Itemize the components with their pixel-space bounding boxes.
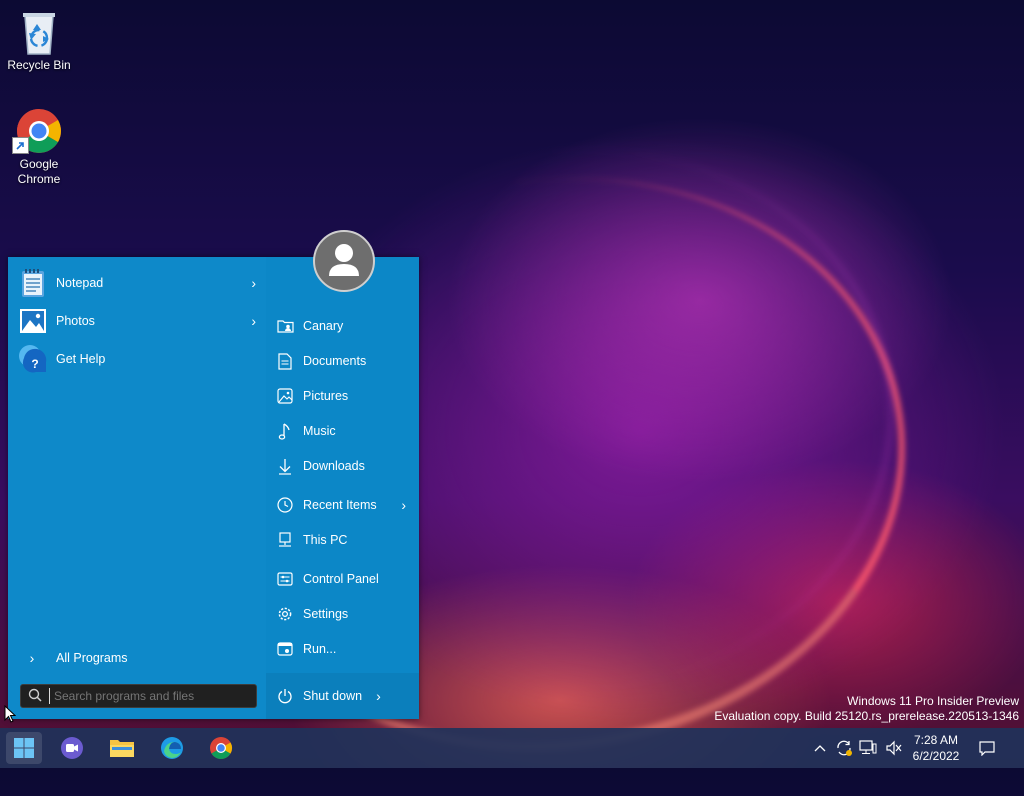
search-input[interactable] <box>49 688 256 704</box>
program-item-photos[interactable]: Photos › <box>18 304 256 338</box>
place-item-settings[interactable]: Settings <box>276 600 414 628</box>
gear-icon <box>276 605 294 623</box>
search-icon <box>21 688 49 705</box>
place-label: Canary <box>303 319 344 333</box>
place-label: Control Panel <box>303 572 379 586</box>
get-help-icon: ? <box>18 344 48 374</box>
volume-muted-icon[interactable] <box>885 738 903 758</box>
start-menu: Notepad › Photos › ? Get Help › All Prog… <box>8 257 419 719</box>
taskbar-clock[interactable]: 7:28 AM 6/2/2022 <box>906 732 966 764</box>
file-explorer-icon <box>110 740 134 757</box>
place-label: Settings <box>303 607 349 621</box>
taskbar-chat-button[interactable] <box>54 732 90 764</box>
chevron-right-icon[interactable]: › <box>251 275 256 291</box>
clock-icon <box>276 496 294 514</box>
place-item-recent-items[interactable]: Recent Items › <box>276 491 414 519</box>
all-programs-button[interactable]: › All Programs <box>22 647 128 669</box>
taskbar: 7:28 AM 6/2/2022 <box>0 728 1024 768</box>
notepad-icon <box>18 268 48 298</box>
display-network-icon[interactable] <box>859 738 877 758</box>
program-item-notepad[interactable]: Notepad › <box>18 266 256 300</box>
control-panel-icon <box>276 570 294 588</box>
show-hidden-icons-chevron-icon[interactable] <box>811 738 829 758</box>
user-folder-icon <box>276 317 294 335</box>
place-label: Pictures <box>303 389 349 403</box>
desktop-icon-google-chrome[interactable]: Google Chrome <box>1 107 77 187</box>
chrome-icon <box>12 107 63 155</box>
shortcut-arrow-icon <box>12 137 29 154</box>
start-menu-programs-pane: Notepad › Photos › ? Get Help › All Prog… <box>8 257 266 719</box>
place-item-downloads[interactable]: Downloads <box>276 452 414 480</box>
start-icon <box>14 738 34 758</box>
chevron-right-icon[interactable]: › <box>401 497 406 513</box>
place-label: Downloads <box>303 459 365 473</box>
program-label: Get Help <box>56 352 106 366</box>
download-arrow-icon <box>276 457 294 475</box>
teams-chat-icon <box>61 737 83 759</box>
start-button[interactable] <box>6 732 42 764</box>
chevron-right-icon[interactable]: › <box>251 313 256 329</box>
place-item-control-panel[interactable]: Control Panel <box>276 565 414 593</box>
chrome-icon <box>210 737 232 759</box>
watermark-line1: Windows 11 Pro Insider Preview <box>847 694 1019 708</box>
place-item-documents[interactable]: Documents <box>276 347 414 375</box>
run-icon <box>276 640 294 658</box>
place-label: Documents <box>303 354 367 368</box>
program-label: Photos <box>56 314 95 328</box>
recycle-bin-icon <box>15 8 63 56</box>
sync-status-icon[interactable] <box>835 738 853 758</box>
taskbar-file-explorer-button[interactable] <box>104 732 140 764</box>
start-menu-places-pane: Canary Documents Pictures Music Download… <box>266 257 419 719</box>
music-note-icon <box>276 422 294 440</box>
chevron-right-icon: › <box>29 650 35 666</box>
place-item-canary[interactable]: Canary <box>276 312 414 340</box>
place-item-pictures[interactable]: Pictures <box>276 382 414 410</box>
desktop-icon-label: Recycle Bin <box>7 58 71 72</box>
program-label: Notepad <box>56 276 104 290</box>
clock-time: 7:28 AM <box>913 733 959 747</box>
desktop-icon-label: Google Chrome <box>17 157 61 186</box>
svg-text:?: ? <box>31 357 38 371</box>
user-silhouette-icon <box>329 244 359 276</box>
all-programs-label: All Programs <box>56 651 128 665</box>
desktop-icon-recycle-bin[interactable]: Recycle Bin <box>1 8 77 73</box>
place-item-run[interactable]: Run... <box>276 635 414 663</box>
place-item-this-pc[interactable]: This PC <box>276 526 414 554</box>
place-label: This PC <box>303 533 348 547</box>
place-item-music[interactable]: Music <box>276 417 414 445</box>
place-label: Run... <box>303 642 337 656</box>
mouse-cursor-icon <box>4 704 17 726</box>
chevron-right-icon[interactable]: › <box>376 688 381 704</box>
computer-icon <box>276 531 294 549</box>
picture-icon <box>276 387 294 405</box>
program-item-get-help[interactable]: ? Get Help <box>18 342 256 376</box>
taskbar-edge-button[interactable] <box>154 732 190 764</box>
shutdown-label: Shut down <box>303 689 363 703</box>
notification-center-icon[interactable] <box>978 738 996 758</box>
photos-icon <box>18 306 48 336</box>
clock-date: 6/2/2022 <box>912 749 960 763</box>
edge-icon <box>161 737 183 759</box>
place-label: Recent Items <box>303 498 377 512</box>
shutdown-button[interactable]: Shut down › <box>266 673 419 719</box>
evaluation-watermark: Windows 11 Pro Insider Preview Evaluatio… <box>714 694 1019 724</box>
taskbar-chrome-button[interactable] <box>203 732 239 764</box>
power-icon <box>276 688 294 704</box>
document-icon <box>276 352 294 370</box>
search-box[interactable] <box>20 684 257 708</box>
watermark-line2: Evaluation copy. Build 25120.rs_prerelea… <box>714 709 1019 723</box>
place-label: Music <box>303 424 336 438</box>
user-avatar[interactable] <box>313 230 375 292</box>
